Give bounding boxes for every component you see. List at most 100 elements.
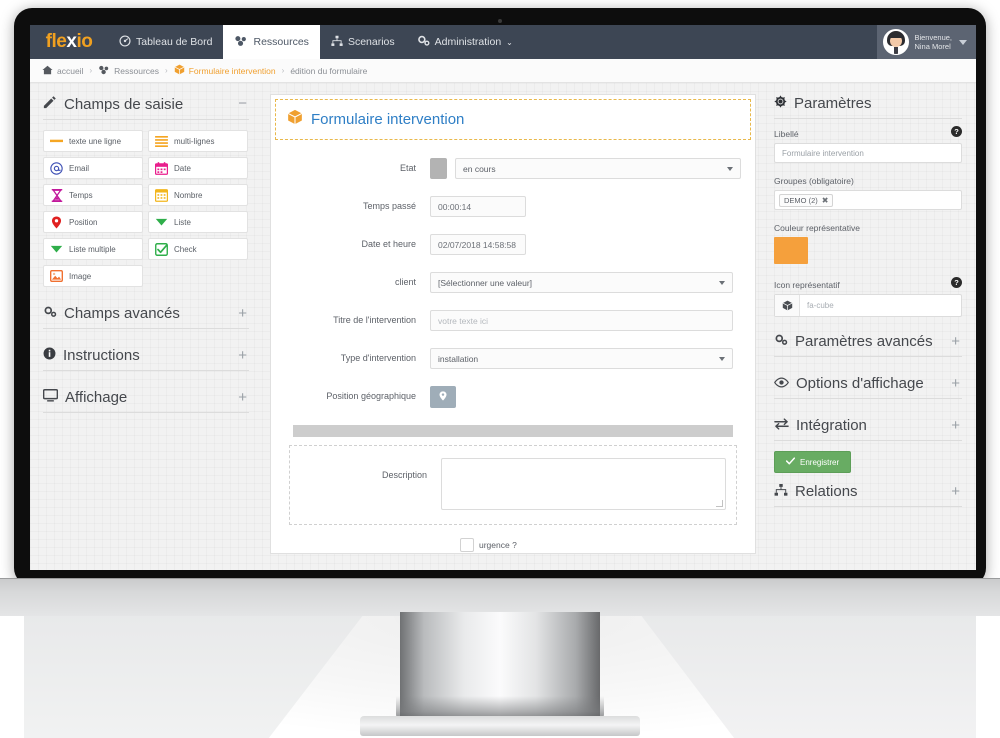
panel-expand-toggle[interactable]: +: [949, 484, 962, 499]
etat-color-swatch: [430, 158, 447, 179]
couleur-label: Couleur représentative: [774, 223, 860, 233]
breadcrumb-item-formulaire[interactable]: Formulaire intervention: [174, 64, 276, 77]
field-chip-list: texte une ligne multi-lignes Email Date: [43, 130, 249, 287]
libelle-field: ? Libellé Formulaire intervention: [774, 126, 962, 163]
hierarchy-icon: [774, 483, 788, 500]
panel-expand-toggle[interactable]: +: [949, 418, 962, 433]
hourglass-icon: [50, 188, 63, 202]
field-chip-nombre[interactable]: Nombre: [148, 184, 248, 206]
panel-header-options-affichage[interactable]: Options d'affichage +: [774, 375, 962, 399]
panel-collapse-toggle[interactable]: −: [236, 96, 249, 111]
panel-expand-toggle[interactable]: +: [236, 348, 249, 363]
form-card-header[interactable]: Formulaire intervention: [275, 99, 751, 140]
field-chip-date[interactable]: Date: [148, 157, 248, 179]
libelle-input[interactable]: Formulaire intervention: [774, 143, 962, 163]
cube-icon: [287, 109, 303, 130]
panel-title: Paramètres avancés: [795, 333, 933, 350]
color-swatch-picker[interactable]: [774, 237, 808, 264]
breadcrumb-label: Formulaire intervention: [188, 65, 276, 76]
temps-passe-input[interactable]: 00:00:14: [430, 196, 526, 217]
map-pin-icon: [50, 216, 63, 229]
icone-label: Icon représentatif: [774, 280, 840, 290]
nav-tab-scenarios[interactable]: Scenarios: [320, 25, 406, 59]
user-menu[interactable]: Bienvenue, Nina Morel: [877, 25, 976, 59]
form-row-type-intervention: Type d'intervention installation: [285, 348, 741, 369]
nav-tab-ressources[interactable]: Ressources: [223, 25, 320, 59]
form-row-date-et-heure: Date et heure 02/07/2018 14:58:58: [285, 234, 741, 255]
panel-header-instructions[interactable]: Instructions +: [43, 347, 249, 371]
save-button[interactable]: Enregistrer: [774, 451, 852, 473]
panel-expand-toggle[interactable]: +: [949, 376, 962, 391]
group-tag[interactable]: DEMO (2) ✖: [779, 193, 834, 207]
breadcrumb-label: accueil: [57, 65, 84, 76]
icone-field: ? Icon représentatif fa-cube: [774, 277, 962, 317]
panel-header-relations[interactable]: Relations +: [774, 483, 962, 507]
etat-select-value: en cours: [463, 163, 496, 174]
type-intervention-select[interactable]: installation: [430, 348, 733, 369]
user-name: Nina Morel: [914, 42, 951, 51]
user-greeting: Bienvenue,: [914, 33, 952, 42]
field-chip-image[interactable]: Image: [43, 265, 143, 287]
breadcrumb-label: Ressources: [114, 65, 160, 76]
field-chip-email[interactable]: Email: [43, 157, 143, 179]
help-icon[interactable]: ?: [951, 277, 962, 288]
field-chip-position[interactable]: Position: [43, 211, 143, 233]
field-label: Titre de l'intervention: [333, 315, 416, 325]
field-chip-label: Liste: [174, 217, 191, 227]
panel-expand-toggle[interactable]: +: [236, 390, 249, 405]
geolocation-button[interactable]: [430, 386, 456, 408]
field-chip-liste[interactable]: Liste: [148, 211, 248, 233]
field-chip-label: Date: [174, 163, 191, 173]
panel-expand-toggle[interactable]: +: [949, 334, 962, 349]
close-icon[interactable]: ✖: [822, 196, 829, 205]
field-chip-texte-une-ligne[interactable]: texte une ligne: [43, 130, 143, 152]
field-chip-label: Nombre: [174, 190, 203, 200]
chevron-down-icon: [959, 39, 967, 45]
form-row-client: client [Sélectionner une valeur]: [285, 272, 741, 293]
scenarios-icon: [331, 35, 343, 50]
couleur-field: Couleur représentative: [774, 223, 962, 264]
etat-select[interactable]: en cours: [455, 158, 741, 179]
client-select[interactable]: [Sélectionner une valeur]: [430, 272, 733, 293]
monitor-chin: [0, 578, 1000, 616]
field-chip-label: Check: [174, 244, 197, 254]
client-select-value: [Sélectionner une valeur]: [438, 277, 533, 288]
checkbox-icon: [155, 242, 168, 256]
form-title: Formulaire intervention: [311, 111, 465, 128]
field-label: Etat: [399, 163, 416, 173]
urgence-checkbox[interactable]: [460, 538, 474, 552]
field-chip-check[interactable]: Check: [148, 238, 248, 260]
field-label: Position géographique: [326, 391, 416, 401]
field-label: Date et heure: [361, 239, 416, 249]
breadcrumb-item-accueil[interactable]: accueil: [42, 65, 83, 77]
panel-header-affichage[interactable]: Affichage +: [42, 389, 249, 413]
field-chip-temps[interactable]: Temps: [43, 184, 143, 206]
panel-header-champs-avances[interactable]: Champs avancés +: [43, 305, 249, 329]
field-label: client: [394, 277, 416, 287]
nav-tab-administration[interactable]: Administration ⌄: [406, 25, 524, 59]
urgence-label: urgence ?: [479, 540, 517, 550]
multiline-text-icon: [155, 135, 168, 148]
nav-tab-label: Ressources: [253, 36, 309, 48]
breadcrumb-item-ressources[interactable]: Ressources: [98, 65, 159, 77]
group-tag-label: DEMO (2): [784, 195, 818, 205]
panel-header-parametres-avances[interactable]: Paramètres avancés +: [774, 333, 962, 357]
logo-text-2: x: [66, 31, 77, 52]
nav-tab-label: Tableau de Bord: [136, 36, 213, 48]
nav-tab-tableau-de-bord[interactable]: Tableau de Bord: [108, 25, 223, 59]
help-icon[interactable]: ?: [951, 126, 962, 137]
date-heure-input[interactable]: 02/07/2018 14:58:58: [430, 234, 526, 255]
panel-expand-toggle[interactable]: +: [236, 306, 249, 321]
field-chip-multi-lignes[interactable]: multi-lignes: [148, 130, 248, 152]
field-chip-liste-multiple[interactable]: Liste multiple: [43, 238, 143, 260]
icone-input-group[interactable]: fa-cube: [774, 294, 962, 317]
avatar: [883, 29, 910, 55]
field-chip-label: Email: [69, 163, 90, 173]
titre-intervention-input[interactable]: votre texte ici: [430, 310, 733, 331]
groupes-tag-input[interactable]: DEMO (2) ✖: [774, 190, 962, 210]
email-at-icon: [50, 161, 63, 175]
description-textarea[interactable]: [441, 458, 726, 510]
flexio-logo[interactable]: fle x io: [30, 25, 108, 59]
chevron-down-icon: [719, 356, 725, 361]
panel-header-integration[interactable]: Intégration +: [774, 417, 962, 441]
